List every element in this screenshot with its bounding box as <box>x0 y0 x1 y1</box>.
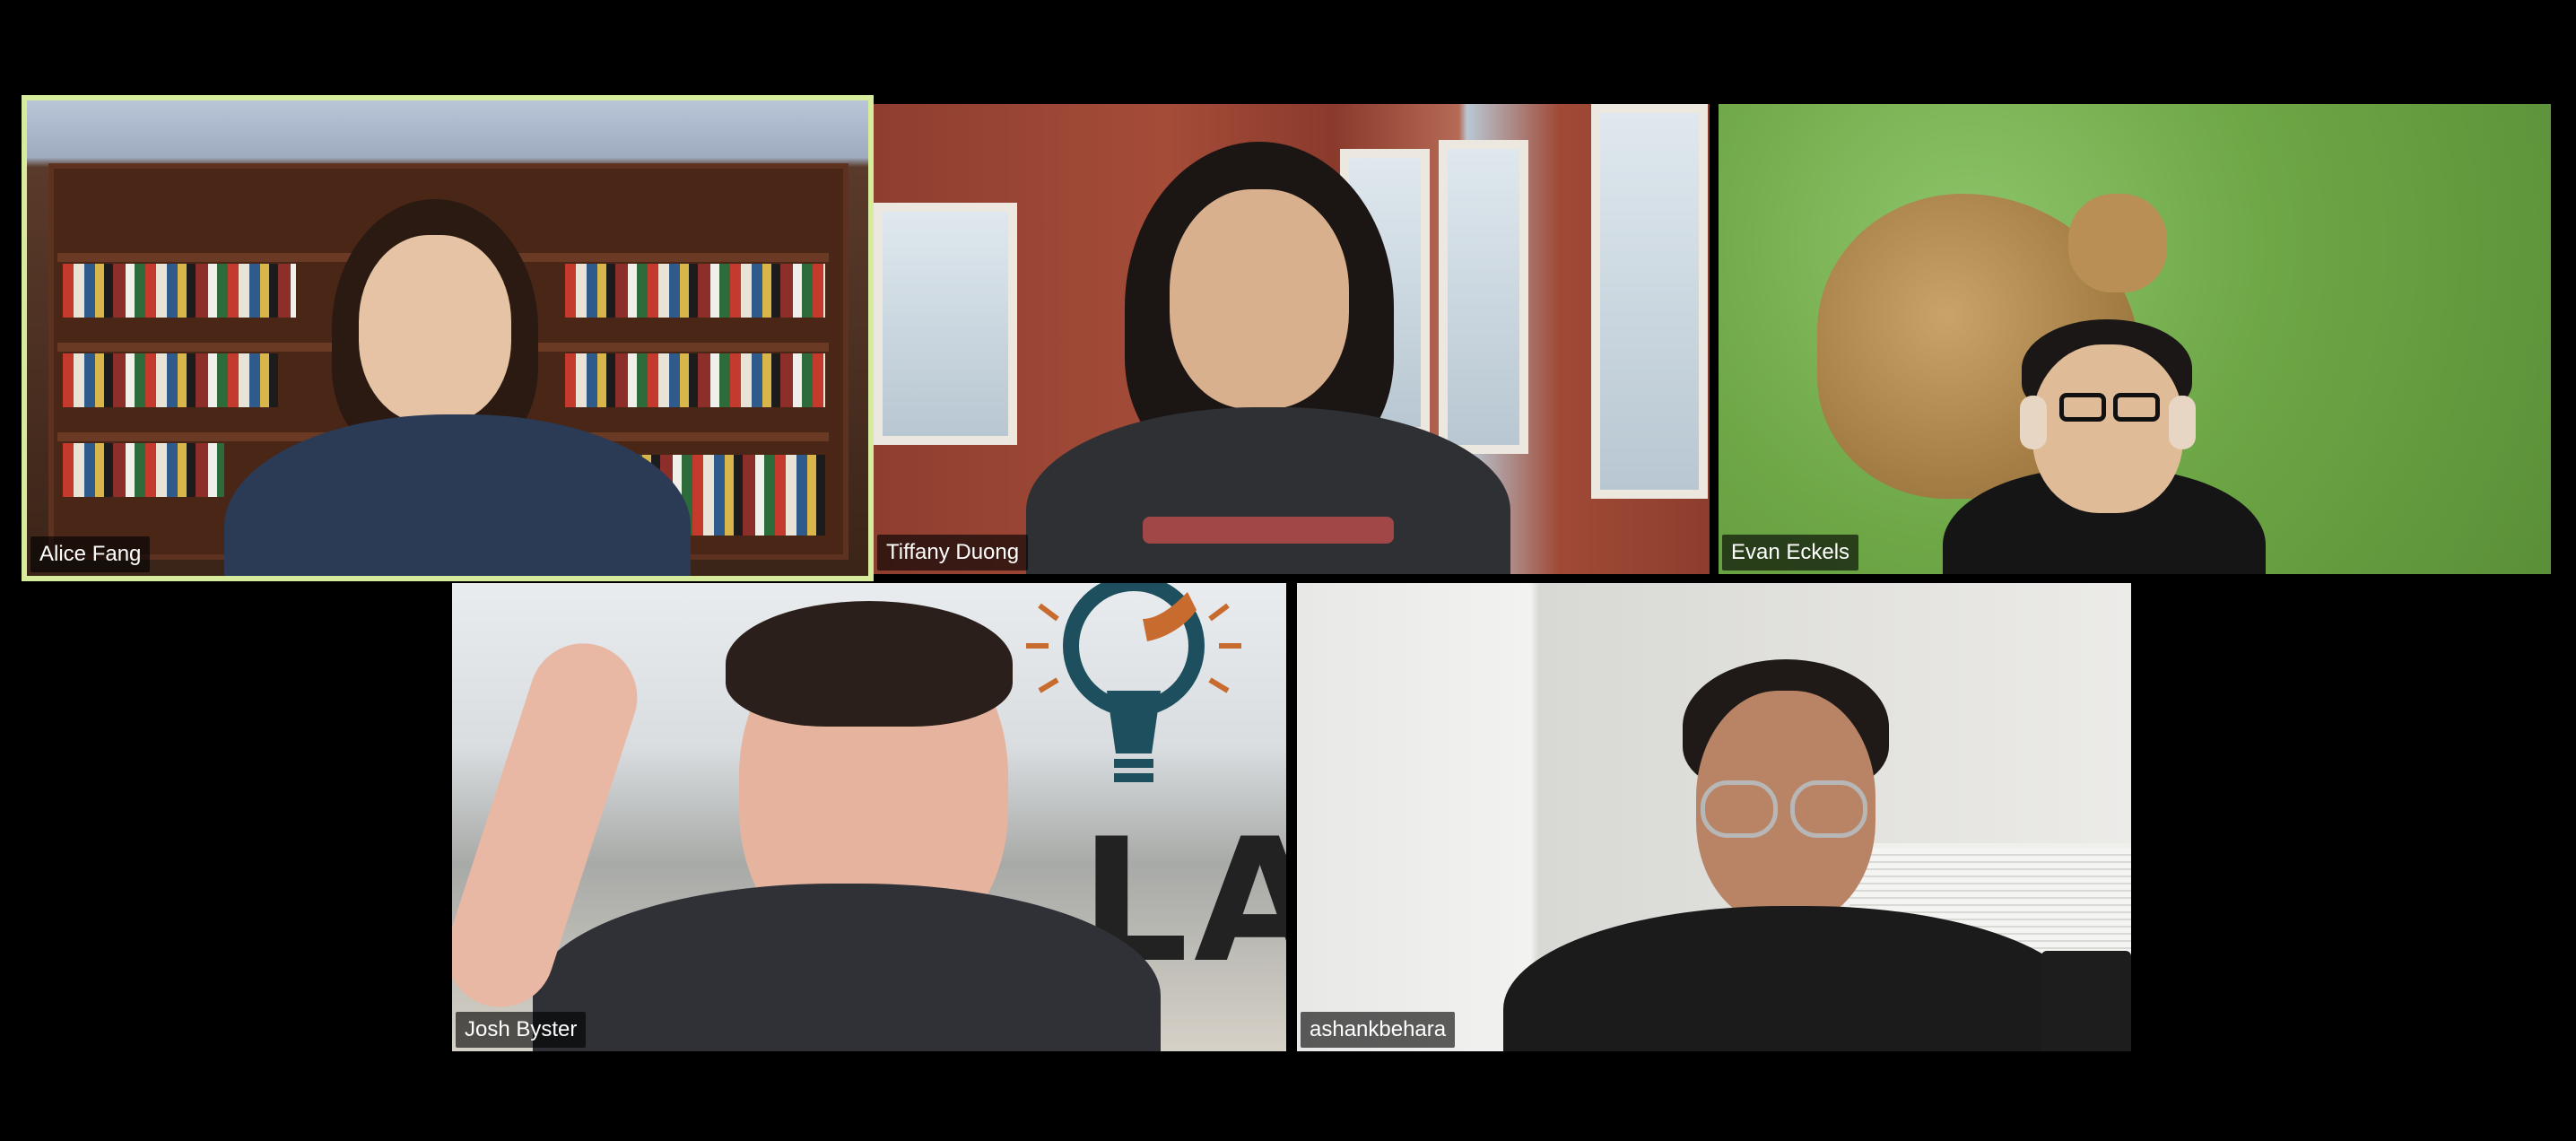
participant-name-tag: Evan Eckels <box>1722 535 1859 570</box>
participant-tile-alice[interactable]: Alice Fang <box>22 95 874 581</box>
books <box>565 264 825 318</box>
participant-name-tag: Josh Byster <box>456 1012 587 1048</box>
participant-tile-evan[interactable]: Evan Eckels <box>1719 104 2551 574</box>
face <box>1170 189 1349 409</box>
monkey-head <box>2068 194 2167 292</box>
window <box>1591 104 1708 499</box>
books <box>63 264 296 318</box>
shirt <box>1026 407 1510 574</box>
monitor-edge <box>2041 951 2131 1051</box>
participant-name-tag: ashankbehara <box>1301 1012 1456 1048</box>
lightbulb-logo <box>1026 583 1241 782</box>
video-feed <box>27 100 868 576</box>
face <box>2032 344 2183 513</box>
glasses-right <box>1790 780 1867 838</box>
participant-tile-ashank[interactable]: ashankbehara <box>1297 583 2131 1051</box>
books <box>565 353 825 407</box>
shirt <box>533 884 1161 1051</box>
shirt-graphic <box>1143 517 1394 544</box>
participant-name-tag: Tiffany Duong <box>877 535 1029 570</box>
window <box>874 203 1017 445</box>
glasses-left <box>2059 393 2106 422</box>
glasses-right <box>2113 393 2160 422</box>
glasses-left <box>1701 780 1778 838</box>
hair <box>726 601 1013 727</box>
participant-tile-tiffany[interactable]: Tiffany Duong <box>874 104 1710 574</box>
headphone-right <box>2169 396 2196 449</box>
face <box>359 235 511 423</box>
books <box>63 443 224 497</box>
video-feed <box>1297 583 2131 1051</box>
video-feed <box>1719 104 2551 574</box>
video-feed: LAB <box>452 583 1286 1051</box>
books <box>63 353 278 407</box>
headphone-left <box>2020 396 2047 449</box>
window <box>1439 140 1528 454</box>
participant-name-tag: Alice Fang <box>30 536 151 572</box>
participant-tile-josh[interactable]: LAB Josh Byster <box>452 583 1286 1051</box>
video-grid: Alice Fang Tiffany Duong Evan Eckels LA … <box>0 0 2576 1141</box>
video-feed <box>874 104 1710 574</box>
